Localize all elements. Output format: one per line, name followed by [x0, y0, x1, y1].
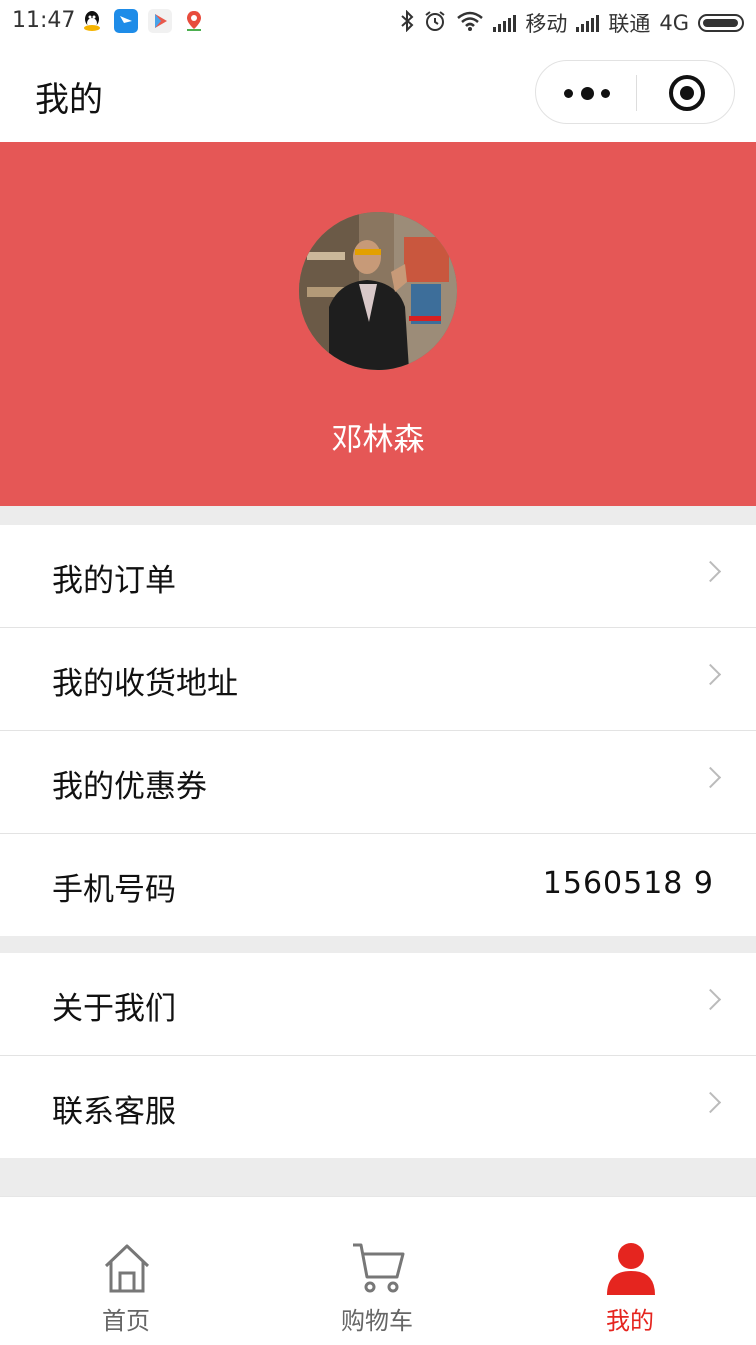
- menu-item-about[interactable]: 关于我们: [0, 953, 756, 1056]
- menu-item-label: 关于我们: [52, 991, 176, 1027]
- status-time: 11:47: [12, 8, 76, 33]
- capsule-divider: [636, 75, 637, 111]
- tab-home[interactable]: 首页: [26, 1197, 226, 1345]
- navigation-bar: 我的: [0, 44, 756, 142]
- menu-item-phone[interactable]: 手机号码 1560518 9: [0, 834, 756, 936]
- menu-item-label: 我的收货地址: [52, 666, 238, 702]
- menu-item-label: 我的订单: [52, 563, 176, 599]
- status-bar: 11:47 移动 联通 4G: [0, 0, 756, 44]
- menu-item-address[interactable]: 我的收货地址: [0, 628, 756, 731]
- tab-label: 我的: [606, 1307, 654, 1335]
- qq-icon: [80, 9, 104, 33]
- battery-icon: [698, 14, 744, 32]
- play-store-icon: [148, 9, 172, 33]
- user-icon: [604, 1241, 658, 1295]
- signal-icon: [576, 14, 600, 32]
- tab-bar: 首页 购物车 我的: [0, 1196, 756, 1345]
- more-icon[interactable]: [564, 61, 610, 125]
- profile-header: 邓林森: [0, 142, 756, 506]
- app-icon-blue: [114, 9, 138, 33]
- tab-label: 购物车: [341, 1307, 413, 1335]
- menu-item-label: 我的优惠券: [52, 769, 207, 805]
- notification-icons: [80, 9, 206, 33]
- target-icon[interactable]: [669, 75, 705, 111]
- tab-mine[interactable]: 我的: [530, 1197, 730, 1345]
- page-title: 我的: [35, 80, 103, 120]
- menu-group-support: 关于我们 联系客服: [0, 953, 756, 1158]
- chevron-right-icon: [699, 663, 722, 686]
- network-type: 4G: [659, 11, 689, 35]
- avatar[interactable]: [299, 212, 457, 370]
- bluetooth-icon: [400, 9, 414, 37]
- chevron-right-icon: [699, 988, 722, 1011]
- menu-item-label: 手机号码: [52, 872, 176, 908]
- signal-icon: [493, 14, 517, 32]
- menu-item-coupons[interactable]: 我的优惠券: [0, 731, 756, 834]
- cart-icon: [351, 1241, 405, 1295]
- home-icon: [100, 1241, 154, 1295]
- map-pin-icon: [182, 9, 206, 33]
- tab-label: 首页: [102, 1307, 150, 1335]
- menu-item-label: 联系客服: [52, 1094, 176, 1130]
- phone-number: 1560518 9: [542, 866, 714, 901]
- tab-cart[interactable]: 购物车: [277, 1197, 477, 1345]
- chevron-right-icon: [699, 766, 722, 789]
- status-indicators: 移动 联通 4G: [400, 8, 744, 38]
- wifi-icon: [456, 10, 484, 37]
- carrier-1: 移动: [525, 12, 568, 36]
- alarm-icon: [423, 9, 447, 38]
- menu-item-orders[interactable]: 我的订单: [0, 525, 756, 628]
- menu-group-account: 我的订单 我的收货地址 我的优惠券 手机号码 1560518 9: [0, 525, 756, 936]
- carrier-2: 联通: [608, 12, 651, 36]
- miniprogram-capsule: [535, 60, 735, 124]
- chevron-right-icon: [699, 560, 722, 583]
- menu-item-customer-service[interactable]: 联系客服: [0, 1056, 756, 1158]
- username: 邓林森: [331, 422, 425, 458]
- chevron-right-icon: [699, 1091, 722, 1114]
